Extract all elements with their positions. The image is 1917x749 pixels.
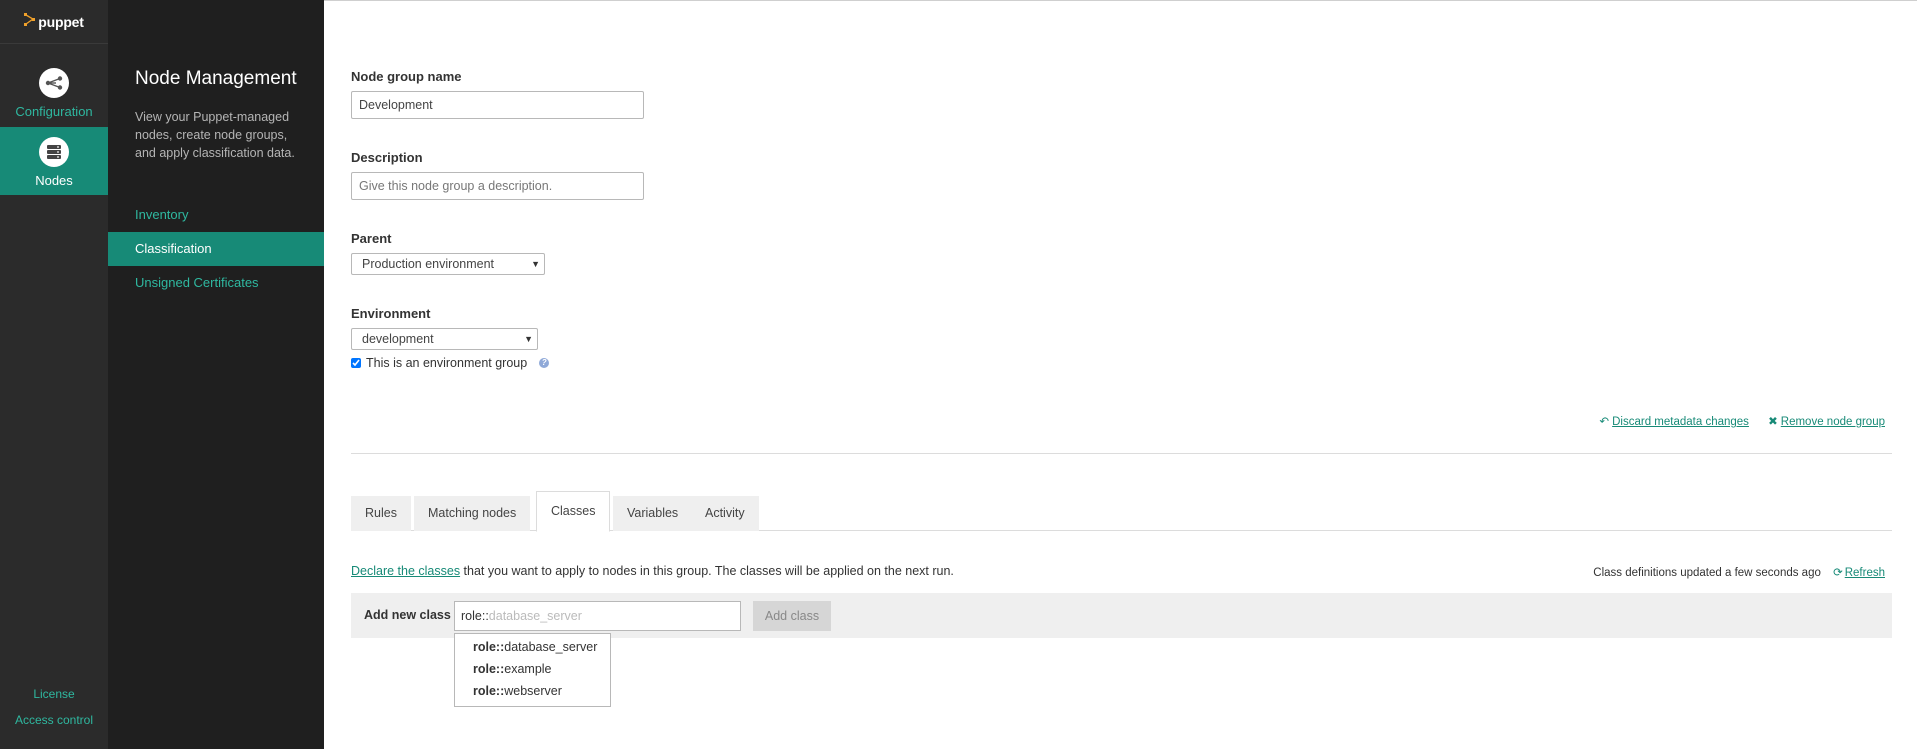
suggestion-item[interactable]: role::database_server	[455, 636, 610, 658]
tab-variables[interactable]: Variables	[613, 496, 693, 531]
undo-icon: ↶	[1599, 416, 1610, 428]
rail-item-nodes[interactable]: Nodes	[0, 127, 108, 195]
section-divider	[351, 453, 1892, 454]
classes-instructions-text: that you want to apply to nodes in this …	[460, 564, 954, 578]
add-class-button[interactable]: Add class	[753, 601, 831, 631]
rail-item-label: Configuration	[15, 104, 93, 119]
description-label: Description	[351, 150, 423, 165]
environment-group-checkbox[interactable]	[351, 358, 361, 368]
parent-label: Parent	[351, 231, 392, 246]
refresh-icon: ⟳	[1833, 567, 1843, 579]
rail-item-label: Nodes	[35, 173, 73, 188]
main-content: Node group name Description Parent Produ…	[324, 0, 1917, 749]
rail-item-configuration[interactable]: Configuration	[0, 44, 108, 127]
access-control-link[interactable]: Access control	[0, 713, 108, 727]
close-icon: ✖	[1768, 416, 1778, 428]
license-link[interactable]: License	[0, 687, 108, 701]
description-input[interactable]	[351, 172, 644, 200]
environment-label: Environment	[351, 306, 431, 321]
environment-group-label: This is an environment group	[366, 356, 528, 370]
add-class-input[interactable]: role::database_server	[454, 601, 741, 631]
suggestion-item[interactable]: role::webserver	[455, 680, 610, 702]
help-icon[interactable]: ?	[539, 358, 550, 368]
section-nav: Inventory Classification Unsigned Certif…	[108, 198, 324, 300]
section-sidebar: Node Management View your Puppet-managed…	[108, 0, 324, 749]
parent-select[interactable]: Production environment ▼	[351, 253, 545, 275]
tab-activity[interactable]: Activity	[691, 496, 759, 531]
classes-instructions: Declare the classes that you want to app…	[351, 564, 954, 578]
section-title: Node Management	[135, 68, 297, 89]
suggestion-rest: webserver	[504, 684, 562, 698]
parent-select-value: Production environment	[362, 257, 495, 271]
environment-select-value: development	[362, 332, 434, 346]
logo-text: puppet	[38, 13, 84, 30]
tab-rules[interactable]: Rules	[351, 496, 411, 531]
remove-node-group-link[interactable]: Remove node group	[1781, 416, 1885, 428]
nodes-icon	[39, 137, 69, 167]
chevron-down-icon: ▼	[524, 334, 533, 344]
suggestion-rest: example	[504, 662, 552, 676]
suggestion-item[interactable]: role::example	[455, 658, 610, 680]
declare-classes-link[interactable]: Declare the classes	[351, 564, 460, 578]
group-tabs: Rules Matching nodes Classes Variables A…	[351, 491, 1892, 532]
app-rail: puppet Configuration Nodes License Acces…	[0, 0, 108, 749]
sidebar-item-inventory[interactable]: Inventory	[108, 198, 324, 232]
class-input-typed: role::	[461, 609, 489, 623]
chevron-down-icon: ▼	[531, 259, 540, 269]
configuration-icon	[39, 68, 69, 98]
tab-classes[interactable]: Classes	[536, 491, 611, 532]
section-description: View your Puppet-managed nodes, create n…	[135, 110, 295, 160]
class-definitions-updated-text: Class definitions updated a few seconds …	[1593, 567, 1821, 579]
environment-group-row: This is an environment group ?	[351, 356, 550, 370]
puppet-logo-icon	[24, 13, 36, 30]
environment-select[interactable]: development ▼	[351, 328, 538, 350]
add-class-bar: Add new class role::database_server Add …	[351, 593, 1892, 638]
puppet-logo[interactable]: puppet	[0, 0, 108, 44]
suggestion-rest: database_server	[504, 640, 598, 654]
node-group-name-label: Node group name	[351, 69, 462, 84]
metadata-actions: ↶ Discard metadata changes ✖ Remove node g…	[1599, 414, 1885, 428]
class-input-ghost: database_server	[488, 609, 582, 623]
rail-bottom-links: License Access control	[0, 675, 108, 727]
class-suggestions: role::database_server role::example role…	[454, 633, 611, 707]
refresh-link[interactable]: Refresh	[1845, 567, 1885, 579]
discard-metadata-changes-link[interactable]: Discard metadata changes	[1612, 416, 1749, 428]
node-group-name-input[interactable]	[351, 91, 644, 119]
suggestion-prefix: role::	[473, 662, 505, 676]
class-definitions-status: Class definitions updated a few seconds …	[1593, 565, 1885, 579]
suggestion-prefix: role::	[473, 684, 505, 698]
sidebar-item-classification[interactable]: Classification	[108, 232, 324, 266]
add-new-class-label: Add new class	[364, 608, 451, 622]
tab-matching-nodes[interactable]: Matching nodes	[414, 496, 531, 531]
suggestion-prefix: role::	[473, 640, 505, 654]
sidebar-item-unsigned-certificates[interactable]: Unsigned Certificates	[108, 266, 324, 300]
